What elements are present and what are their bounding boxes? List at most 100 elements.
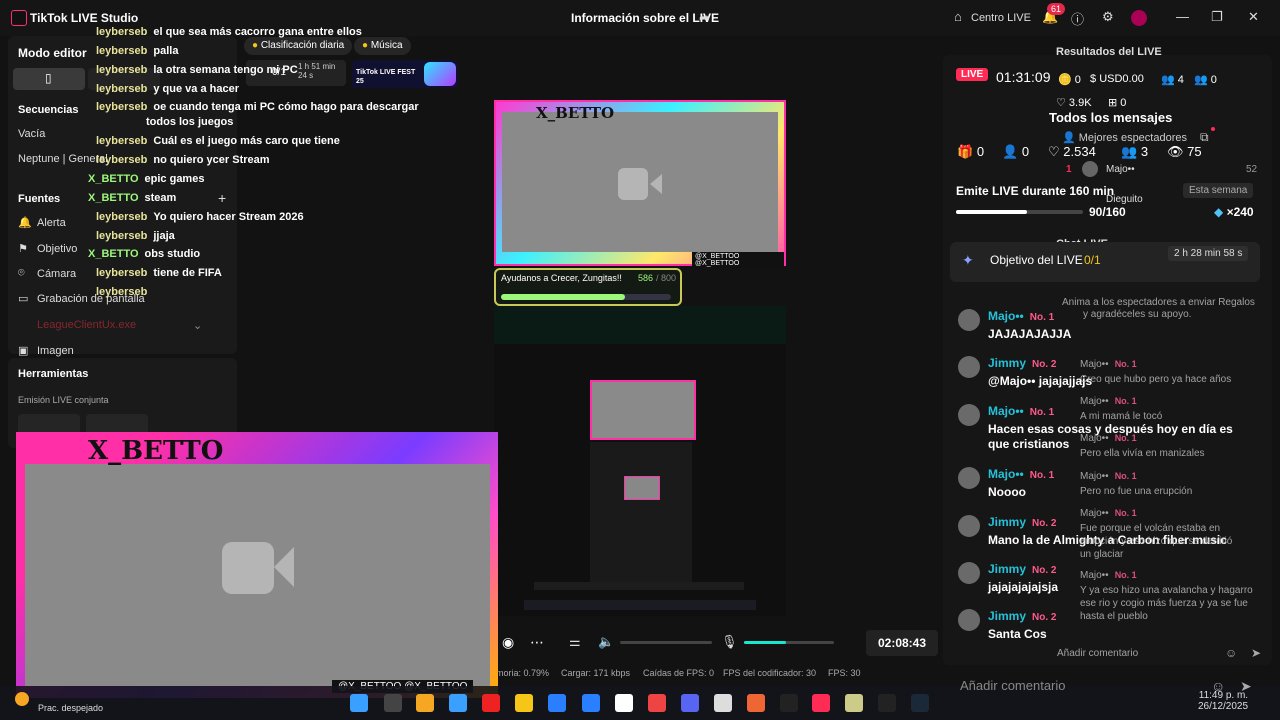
ghost-chat-text: Fue porque el volcán estaba en: [1080, 523, 1221, 534]
nested-screen-capture: [494, 344, 786, 616]
chat-message-header: Jimmy No. 2: [988, 515, 1056, 529]
sliders-icon[interactable]: ⚌: [569, 634, 581, 650]
sequence-item-neptune[interactable]: Neptune | General: [18, 153, 108, 165]
chat-username[interactable]: Majo••: [988, 404, 1024, 418]
chat-username[interactable]: Jimmy: [988, 356, 1026, 370]
home-icon[interactable]: ⌂: [954, 9, 962, 24]
chat-username[interactable]: Majo••: [988, 467, 1024, 481]
chat-text: steam: [144, 192, 177, 204]
centro-live-button[interactable]: Centro LIVE: [971, 12, 1031, 24]
top-viewers-button[interactable]: 👤 Mejores espectadores: [1062, 131, 1187, 144]
chat-user: leyberseb: [96, 154, 148, 166]
chat-user: leyberseb: [96, 83, 148, 95]
camera-frame-large[interactable]: X_BETTO @X_BETTOO @X_BETTOO: [16, 432, 498, 698]
ghost-comment-input[interactable]: Añadir comentario: [1057, 648, 1138, 659]
search-icon[interactable]: [384, 694, 402, 712]
ghost-username: Majo••: [1080, 471, 1109, 482]
chat-overlay-line: leyberseb oe cuando tenga mi PC cómo hago…: [96, 101, 419, 113]
more-icon[interactable]: ⋯: [530, 634, 544, 651]
files-icon[interactable]: [416, 694, 434, 712]
ghost-chat-header: Majo•• No. 1: [1080, 396, 1137, 407]
speaker-icon[interactable]: 🔈: [598, 634, 614, 650]
stat-encoder-fps: FPS del codificador: 30: [723, 668, 817, 678]
gear-icon[interactable]: ⚙: [1102, 9, 1114, 25]
popout-icon[interactable]: ⧉: [1200, 130, 1209, 145]
vscode-icon[interactable]: [548, 694, 566, 712]
preview-frame[interactable]: X_BETTO @X_BETTOO @X_BETTOO: [494, 100, 786, 268]
maximize-icon[interactable]: ❐: [1211, 9, 1223, 25]
gift-stat: 🎁 0: [957, 144, 985, 159]
chat-overlay-line: leyberseb tiene de FIFA: [96, 267, 222, 279]
broadcast-icon[interactable]: ◉: [502, 634, 514, 651]
rank-badge: No. 1: [1114, 570, 1137, 580]
chat-message-header: Majo•• No. 1: [988, 309, 1054, 323]
microphone-icon[interactable]: 🎙: [721, 634, 738, 650]
edge-icon[interactable]: [449, 694, 467, 712]
discord-icon[interactable]: [681, 694, 699, 712]
chat-message-text: que cristianos: [988, 437, 1070, 451]
steam-icon[interactable]: [911, 694, 929, 712]
chat-username[interactable]: Majo••: [988, 309, 1024, 323]
tiktok-icon[interactable]: [812, 694, 830, 712]
chat-overlay-line: leyberseb Yo quiero hacer Stream 2026: [96, 211, 304, 223]
sequence-item-vacia[interactable]: Vacía: [18, 128, 45, 140]
chrome-icon[interactable]: [648, 694, 666, 712]
chat-message-text: Santa Cos: [988, 627, 1047, 641]
live-fest-banner[interactable]: TikTok LIVE FEST 25: [352, 60, 458, 88]
daily-ranking-pill[interactable]: ● Clasificación diaria: [244, 37, 353, 55]
source-camara[interactable]: Cámara: [37, 268, 76, 280]
chevron-down-icon[interactable]: ⌄: [193, 319, 202, 332]
brand-logo-large: X_BETTO: [88, 436, 224, 466]
store-icon[interactable]: [515, 694, 533, 712]
epic-games-icon[interactable]: [878, 694, 896, 712]
chat-message-text: JAJAJAJAJJA: [988, 327, 1072, 341]
chat-text: la otra semana tengo mi PC: [153, 64, 298, 76]
viewers-stat: 👥 3: [1121, 144, 1149, 159]
live-info-title[interactable]: Información sobre el LIVE: [571, 11, 719, 25]
results-heading: Resultados del LIVE: [1056, 46, 1162, 58]
notion-icon[interactable]: [615, 694, 633, 712]
help-icon[interactable]: ⓘ: [1071, 9, 1084, 28]
avatar[interactable]: [1131, 10, 1147, 26]
add-source-icon[interactable]: +: [218, 190, 226, 206]
chat-username[interactable]: Jimmy: [988, 515, 1026, 529]
ghost-chat-text: un glaciar: [1080, 549, 1124, 560]
share-icon[interactable]: ➦: [699, 10, 710, 26]
chat-user: X_BETTO: [88, 248, 139, 260]
top-stat-follows: 👥 0: [1194, 74, 1217, 86]
source-objetivo[interactable]: Objetivo: [37, 243, 77, 255]
emoji-icon[interactable]: ☺: [1225, 646, 1237, 660]
app-icon[interactable]: [845, 694, 863, 712]
rank-badge: No. 2: [1032, 565, 1057, 576]
chat-user: leyberseb: [96, 45, 148, 57]
send-icon[interactable]: ➤: [1251, 646, 1261, 660]
live-objective[interactable]: ✦ Objetivo del LIVE 0/1 2 h 28 min 58 s: [950, 242, 1260, 282]
weather-icon: [15, 692, 29, 706]
obs-icon[interactable]: [780, 694, 798, 712]
chat-username[interactable]: Jimmy: [988, 562, 1026, 576]
chat-overlay-line: leyberseb palla: [96, 45, 178, 57]
top-stat-likes: ♡ 3.9K: [1056, 97, 1092, 109]
volume-slider[interactable]: [620, 641, 712, 644]
music-pill[interactable]: ● Música: [354, 37, 411, 55]
source-league[interactable]: LeagueClientUx.exe: [37, 319, 136, 331]
todo-icon[interactable]: [582, 694, 600, 712]
close-icon[interactable]: ✕: [1248, 9, 1259, 25]
chat-overlay-line: leyberseb no quiero ycer Stream: [96, 154, 270, 166]
landscape-mode-button[interactable]: ▯: [13, 68, 85, 90]
music-icon[interactable]: [747, 694, 765, 712]
source-alerta[interactable]: Alerta: [37, 217, 66, 229]
chat-message-text: Noooo: [988, 485, 1026, 499]
gift-hint: Anima a los espectadores a enviar Regalo…: [1062, 297, 1255, 308]
avatar: [958, 515, 980, 537]
sources-heading: Fuentes: [18, 193, 61, 205]
chat-username[interactable]: Jimmy: [988, 609, 1026, 623]
image-icon: ▣: [18, 345, 29, 357]
calendar-icon[interactable]: [714, 694, 732, 712]
minimize-icon[interactable]: —: [1176, 9, 1189, 24]
opera-icon[interactable]: [482, 694, 500, 712]
start-icon[interactable]: [350, 694, 368, 712]
ghost-username: Majo••: [1080, 433, 1109, 444]
source-imagen[interactable]: Imagen: [37, 345, 74, 357]
stat-fps-drops: Caídas de FPS: 0: [643, 668, 715, 678]
